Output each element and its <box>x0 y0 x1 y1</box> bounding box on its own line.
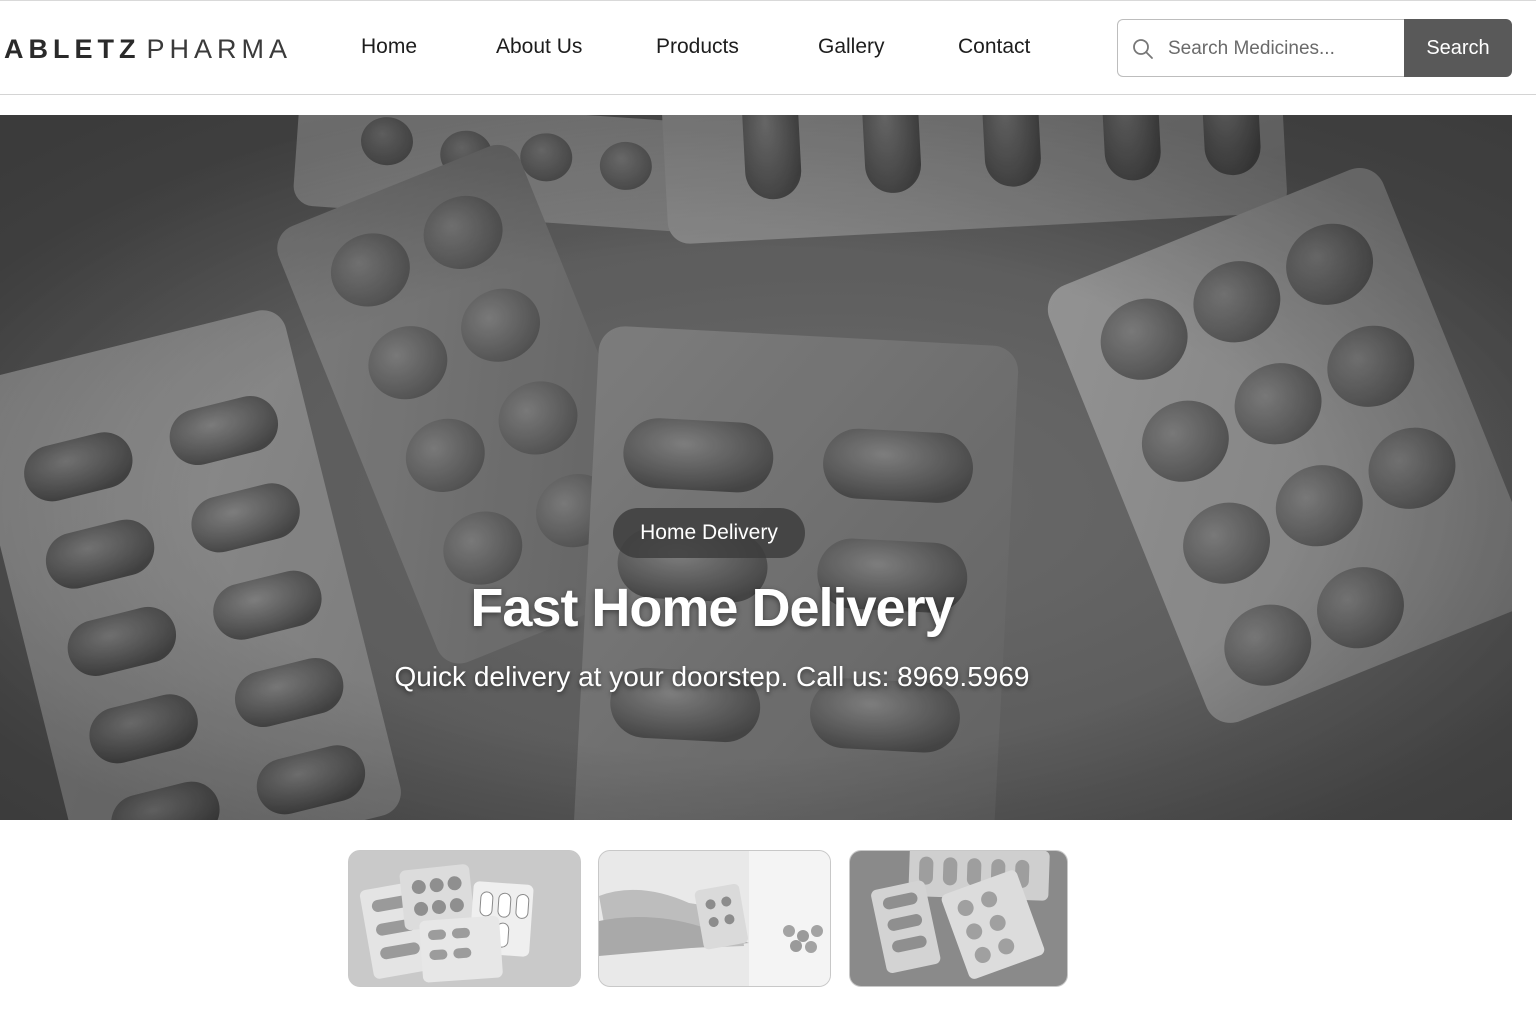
brand-name-part2: PHARMA <box>146 34 292 64</box>
search-button[interactable]: Search <box>1404 19 1512 77</box>
gallery-thumbnail-2[interactable] <box>598 850 831 987</box>
thumbnail-image-hand-holding-pills <box>599 851 830 986</box>
search-icon <box>1132 38 1154 60</box>
thumbnail-image-pill-packs <box>850 851 1067 986</box>
site-header: ABLETZ PHARMA Home About Us Products Gall… <box>0 0 1536 95</box>
gallery-thumbnail-1[interactable] <box>348 850 581 987</box>
gallery-thumbnail-3[interactable] <box>849 850 1068 987</box>
nav-products[interactable]: Products <box>656 35 739 59</box>
hero-subtitle: Quick delivery at your doorstep. Call us… <box>394 661 1030 692</box>
nav-contact[interactable]: Contact <box>958 35 1030 59</box>
hero-image-pill-blister-packs <box>0 115 1512 820</box>
hero-title: Fast Home Delivery <box>470 578 954 638</box>
nav-about-us[interactable]: About Us <box>496 35 582 59</box>
nav-gallery[interactable]: Gallery <box>818 35 885 59</box>
hero-banner: Home Delivery Fast Home Delivery Quick d… <box>0 115 1512 820</box>
brand-logo[interactable]: ABLETZ PHARMA <box>4 34 292 68</box>
search-bar <box>1117 19 1405 77</box>
thumbnail-image-blister-packs <box>349 851 580 986</box>
nav-home[interactable]: Home <box>361 35 417 59</box>
brand-name-part1: ABLETZ <box>4 34 141 64</box>
home-delivery-badge: Home Delivery <box>613 508 805 558</box>
search-input[interactable] <box>1168 32 1396 66</box>
